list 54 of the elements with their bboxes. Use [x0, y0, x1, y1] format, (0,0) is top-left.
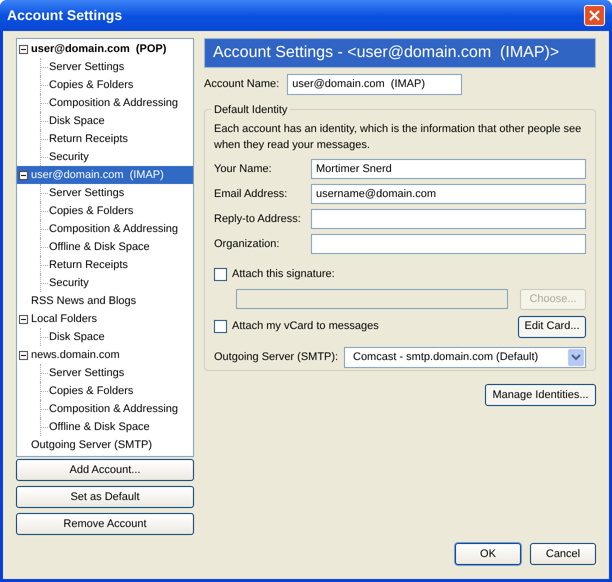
- tree-item[interactable]: news.domain.com: [29, 346, 122, 364]
- push-button[interactable]: OK: [455, 543, 521, 565]
- tree-item[interactable]: Offline & Disk Space: [48, 418, 151, 436]
- checkbox-label: Attach this signature:: [232, 267, 335, 282]
- field-label: Reply-to Address:: [214, 212, 301, 227]
- description-text: Each account has an identity, which is the information that other people see when they read your messages.: [214, 122, 582, 153]
- tree-item[interactable]: Disk Space: [48, 328, 106, 346]
- tree-item[interactable]: Copies & Folders: [48, 382, 134, 400]
- tree-item[interactable]: Composition & Addressing: [48, 220, 180, 238]
- tree-item[interactable]: Server Settings: [48, 58, 126, 76]
- field-label: Outgoing Server (SMTP):: [214, 350, 338, 365]
- tree-item[interactable]: Composition & Addressing: [48, 400, 180, 418]
- close-icon: [589, 10, 600, 21]
- manage-identities-button[interactable]: Manage Identities...: [485, 384, 596, 406]
- text-field[interactable]: username@domain.com: [311, 184, 586, 204]
- tree-item[interactable]: RSS News and Blogs: [29, 292, 138, 310]
- tree-item[interactable]: Server Settings: [48, 184, 126, 202]
- field-label: Account Name:: [204, 77, 280, 92]
- group-legend: Default Identity: [211, 102, 290, 118]
- tree-item[interactable]: Return Receipts: [48, 256, 129, 274]
- edit-card-button[interactable]: Edit Card...: [518, 316, 586, 338]
- tree-item[interactable]: Server Settings: [48, 364, 126, 382]
- collapse-icon[interactable]: [19, 314, 28, 324]
- text-field[interactable]: Mortimer Snerd: [311, 159, 586, 179]
- tree-item[interactable]: Security: [48, 148, 90, 166]
- account-name-field[interactable]: user@domain.com (IMAP): [287, 74, 462, 95]
- smtp-dropdown[interactable]: Comcast - smtp.domain.com (Default): [344, 346, 586, 368]
- tree-item[interactable]: user@domain.com (POP): [29, 40, 168, 58]
- tree-item[interactable]: Outgoing Server (SMTP): [29, 436, 154, 454]
- close-button[interactable]: [584, 5, 605, 26]
- push-button[interactable]: Remove Account: [16, 513, 194, 535]
- tree-item[interactable]: Local Folders: [29, 310, 100, 328]
- push-button[interactable]: Add Account...: [16, 459, 194, 481]
- tree-item[interactable]: Offline & Disk Space: [48, 238, 151, 256]
- field-label: Organization:: [214, 236, 280, 252]
- text-field[interactable]: [311, 234, 586, 254]
- tree-item[interactable]: Disk Space: [48, 112, 106, 130]
- collapse-icon[interactable]: [19, 170, 28, 180]
- tree-item[interactable]: Composition & Addressing: [48, 94, 180, 112]
- checkbox-label: Attach my vCard to messages: [232, 319, 379, 334]
- field-label: Email Address:: [214, 186, 288, 202]
- checkbox[interactable]: [214, 320, 227, 333]
- tree-item[interactable]: Return Receipts: [48, 130, 129, 148]
- page-header: Account Settings - <user@domain.com (IMAP)>: [204, 38, 596, 68]
- collapse-icon[interactable]: [19, 44, 28, 54]
- text-field[interactable]: [311, 209, 586, 229]
- tree-item[interactable]: Copies & Folders: [48, 202, 134, 220]
- tree-item[interactable]: Security: [48, 274, 90, 292]
- window-title: Account Settings: [7, 6, 122, 25]
- field-label: Your Name:: [214, 162, 272, 177]
- collapse-icon[interactable]: [19, 350, 28, 360]
- tree-item[interactable]: Copies & Folders: [48, 76, 134, 94]
- push-button[interactable]: Cancel: [530, 543, 596, 565]
- push-button[interactable]: Set as Default: [16, 486, 194, 508]
